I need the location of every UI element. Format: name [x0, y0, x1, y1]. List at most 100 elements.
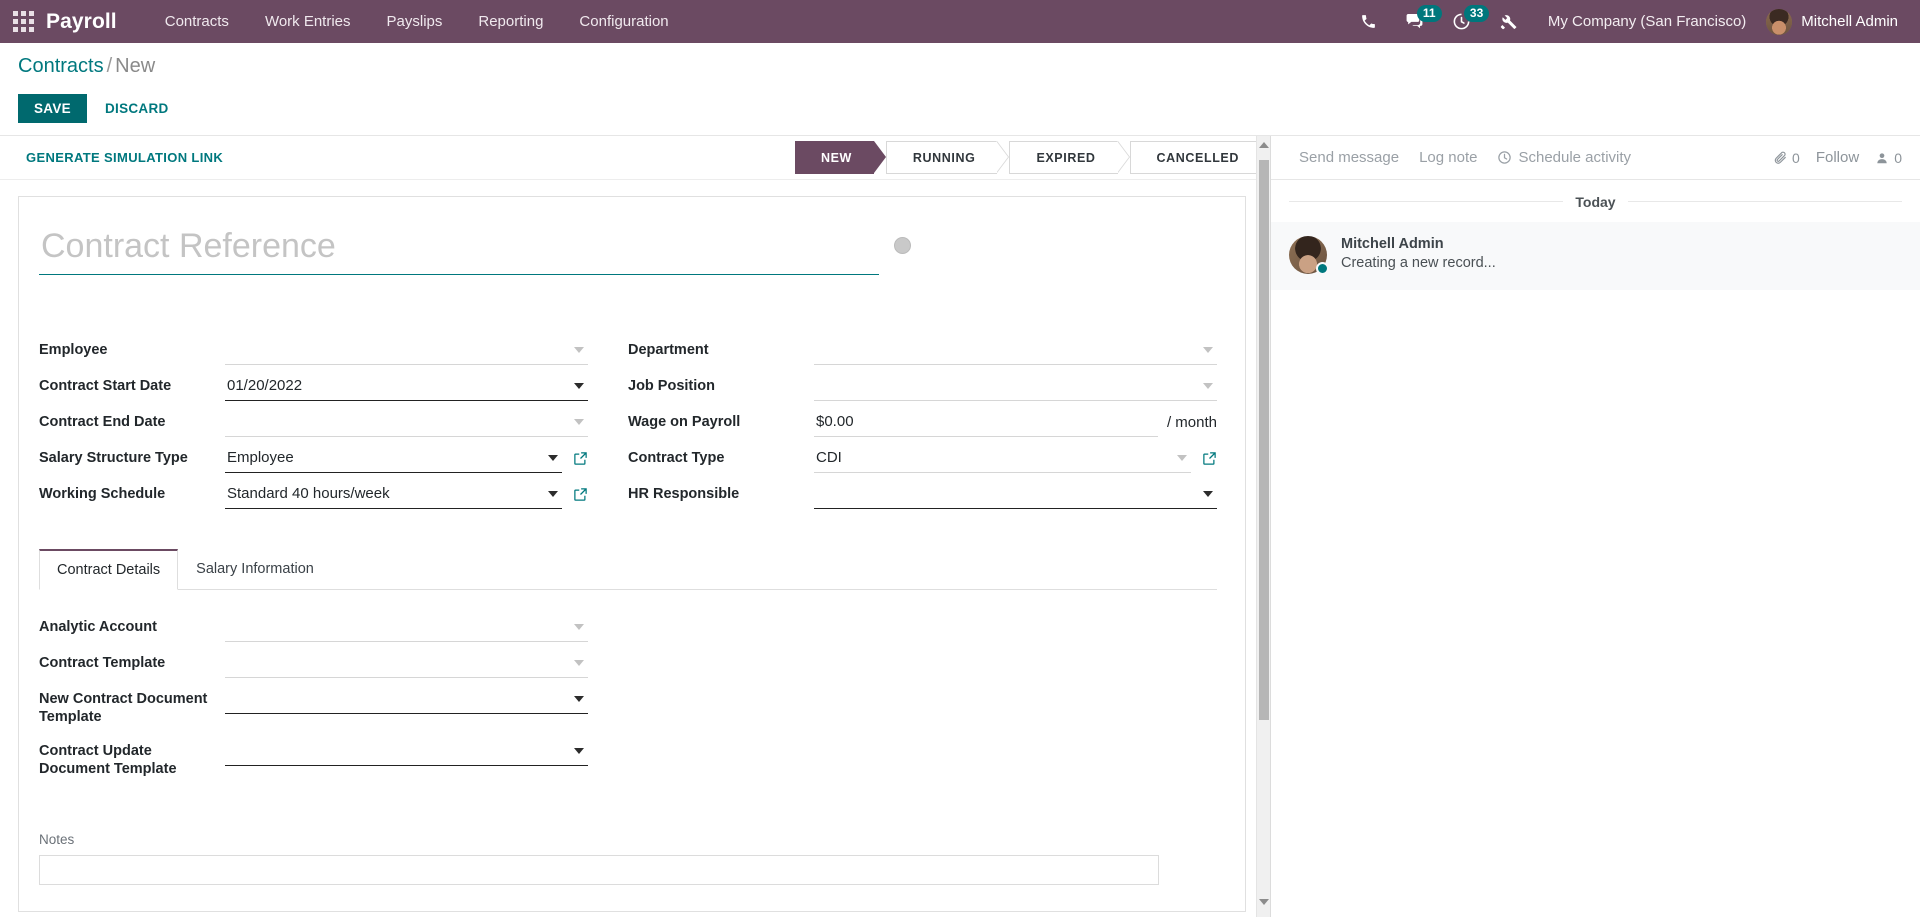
stage-new-label: NEW [820, 150, 852, 165]
field-contract-update-document-template-value [225, 746, 568, 755]
notes-editor[interactable] [39, 855, 1159, 885]
fields-column-left: Employee Contract Start Date 01/20/2022 … [39, 335, 628, 515]
breadcrumb: Contracts / New [18, 53, 1902, 81]
follow-button[interactable]: Follow [1816, 149, 1859, 166]
contract-reference-input[interactable] [39, 225, 879, 275]
field-new-contract-document-template-label: New Contract Document Template [39, 691, 208, 725]
tab-contract-details[interactable]: Contract Details [39, 549, 179, 590]
chevron-down-icon[interactable] [1203, 490, 1213, 497]
field-contract-type-label: Contract Type [628, 450, 725, 466]
open-contract-type-button[interactable] [1202, 451, 1217, 466]
menu-item-contracts[interactable]: Contracts [147, 0, 247, 43]
schedule-activity-button[interactable]: Schedule activity [1487, 143, 1641, 172]
stage-new[interactable]: NEW [794, 141, 886, 174]
field-working-schedule-value: Standard 40 hours/week [227, 484, 390, 502]
chevron-down-icon[interactable] [1203, 346, 1213, 353]
form-sheet: Employee Contract Sta [18, 196, 1246, 912]
apps-grid-icon [12, 11, 34, 32]
field-wage-on-payroll-input[interactable]: $0.00 [814, 407, 1158, 437]
form-scroll-area: GENERATE SIMULATION LINK NEW RUNNING EXP… [0, 136, 1270, 917]
chatter-panel: Send message Log note Schedule activity … [1270, 136, 1920, 917]
top-navbar: Payroll Contracts Work Entries Payslips … [0, 0, 1920, 43]
user-icon [1877, 152, 1887, 163]
menu-item-configuration[interactable]: Configuration [561, 0, 686, 43]
developer-tools-button[interactable] [1485, 0, 1532, 43]
chevron-down-icon[interactable] [1177, 454, 1187, 461]
log-note-button[interactable]: Log note [1409, 143, 1487, 172]
send-message-button[interactable]: Send message [1289, 143, 1409, 172]
field-department: Department [628, 335, 1217, 371]
generate-simulation-link-button[interactable]: GENERATE SIMULATION LINK [18, 144, 231, 171]
field-job-position-input[interactable] [814, 371, 1217, 401]
field-contract-start-date-input[interactable]: 01/20/2022 [225, 371, 588, 401]
chevron-down-icon[interactable] [574, 346, 584, 353]
user-menu[interactable]: Mitchell Admin [1762, 8, 1908, 35]
form-vertical-scrollbar[interactable] [1256, 136, 1270, 917]
external-link-icon [574, 487, 587, 501]
chatter-toolbar: Send message Log note Schedule activity … [1271, 136, 1920, 180]
stage-expired[interactable]: EXPIRED [1009, 141, 1130, 174]
stage-running-label: RUNNING [912, 150, 976, 165]
messages-button[interactable]: 11 [1391, 0, 1442, 43]
form-statusbar: GENERATE SIMULATION LINK NEW RUNNING EXP… [0, 136, 1270, 180]
record-color-picker[interactable] [894, 237, 911, 254]
field-contract-type-input[interactable]: CDI [814, 443, 1191, 473]
followers-count: 0 [1894, 149, 1902, 166]
chevron-down-icon[interactable] [574, 695, 584, 702]
phone-button[interactable] [1346, 0, 1391, 43]
field-new-contract-document-template-input[interactable] [225, 684, 588, 714]
breadcrumb-contracts[interactable]: Contracts [18, 55, 104, 77]
chevron-down-icon[interactable] [574, 418, 584, 425]
tab-salary-information[interactable]: Salary Information [178, 549, 332, 590]
scroll-up-arrow-icon[interactable] [1259, 142, 1269, 154]
open-working-schedule-button[interactable] [573, 487, 588, 502]
tab-fields-column-right [628, 612, 1217, 788]
field-contract-end-date-input[interactable] [225, 407, 588, 437]
clock-icon [1498, 151, 1512, 164]
open-salary-structure-type-button[interactable] [573, 451, 588, 466]
chatter-toolbar-right: 0 Follow 0 [1773, 149, 1902, 166]
chevron-down-icon[interactable] [574, 623, 584, 630]
field-employee-input[interactable] [225, 335, 588, 365]
chevron-down-icon[interactable] [574, 747, 584, 754]
field-hr-responsible-value [814, 489, 1197, 498]
field-department-input[interactable] [814, 335, 1217, 365]
stage-cancelled[interactable]: CANCELLED [1129, 141, 1260, 174]
scrollbar-thumb[interactable] [1259, 160, 1269, 720]
field-analytic-account-input[interactable] [225, 612, 588, 642]
field-working-schedule-input[interactable]: Standard 40 hours/week [225, 479, 562, 509]
activities-button[interactable]: 33 [1438, 0, 1490, 43]
tab-pane-contract-details: Analytic Account Contract Template New C… [39, 590, 1217, 885]
main-menu: Contracts Work Entries Payslips Reportin… [147, 0, 687, 43]
field-contract-template-input[interactable] [225, 648, 588, 678]
field-salary-structure-type-input[interactable]: Employee [225, 443, 562, 473]
menu-item-work-entries[interactable]: Work Entries [247, 0, 369, 43]
attachments-counter[interactable]: 0 [1773, 150, 1800, 166]
field-contract-template-label: Contract Template [39, 655, 166, 671]
save-button[interactable]: SAVE [18, 94, 87, 123]
field-salary-structure-type: Salary Structure Type Employee [39, 443, 588, 479]
chevron-down-icon[interactable] [574, 659, 584, 666]
field-wage-on-payroll: Wage on Payroll $0.00 / month [628, 407, 1217, 443]
field-contract-end-date-value [225, 417, 568, 426]
scroll-down-arrow-icon[interactable] [1259, 899, 1269, 911]
followers-counter[interactable]: 0 [1875, 150, 1902, 166]
menu-item-payslips[interactable]: Payslips [369, 0, 461, 43]
field-hr-responsible-input[interactable] [814, 479, 1217, 509]
phone-icon [1362, 15, 1375, 28]
field-contract-type-value: CDI [816, 448, 842, 466]
menu-item-reporting[interactable]: Reporting [460, 0, 561, 43]
chevron-down-icon[interactable] [1203, 382, 1213, 389]
chevron-down-icon[interactable] [548, 454, 558, 461]
app-brand-payroll[interactable]: Payroll [46, 10, 147, 34]
discard-button[interactable]: DISCARD [93, 94, 181, 123]
control-panel: Contracts / New SAVE DISCARD [0, 43, 1920, 135]
chevron-down-icon[interactable] [548, 490, 558, 497]
stage-pipeline: NEW RUNNING EXPIRED CANCELLED [794, 141, 1260, 174]
field-wage-on-payroll-label: Wage on Payroll [628, 414, 741, 430]
company-switcher[interactable]: My Company (San Francisco) [1532, 13, 1762, 30]
field-contract-update-document-template-input[interactable] [225, 736, 588, 766]
chevron-down-icon[interactable] [574, 382, 584, 389]
stage-running[interactable]: RUNNING [885, 141, 1009, 174]
apps-menu-toggle[interactable] [0, 11, 46, 32]
